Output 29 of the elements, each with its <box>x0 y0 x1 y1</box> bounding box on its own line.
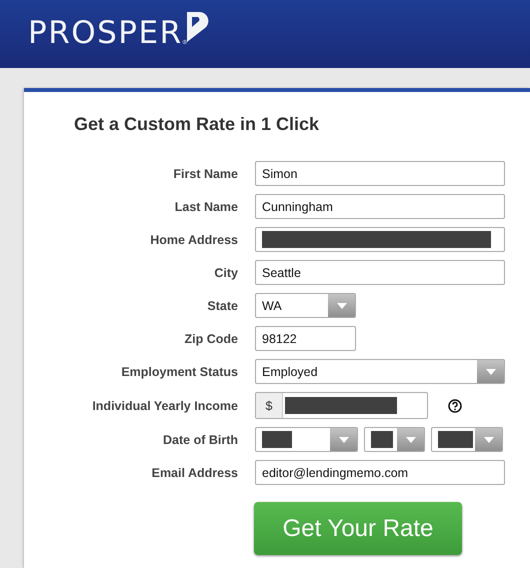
field-label: Employment Status <box>120 364 238 378</box>
field-label: Individual Yearly Income <box>91 398 238 412</box>
input-field[interactable] <box>255 227 505 252</box>
field-label: Date of Birth <box>162 432 238 446</box>
caret-icon <box>484 436 494 442</box>
input-field[interactable]: 98122 <box>255 326 356 351</box>
form-title: Get a Custom Rate in 1 Click <box>74 114 320 135</box>
dropdown[interactable]: Employed <box>255 359 505 384</box>
field-label: Email Address <box>150 466 238 480</box>
field-label: State <box>206 298 238 312</box>
field-label: Last Name <box>174 200 238 214</box>
help-icon[interactable] <box>448 398 462 412</box>
field-label: First Name <box>172 166 238 180</box>
input-field[interactable]: Seattle <box>255 260 505 285</box>
dropdown[interactable] <box>255 427 358 452</box>
input-field[interactable]: Simon <box>255 161 505 186</box>
caret-icon <box>406 436 416 442</box>
dropdown[interactable] <box>431 427 503 452</box>
dropdown[interactable] <box>364 427 425 452</box>
field-label: Zip Code <box>184 332 238 346</box>
dropdown[interactable]: WA <box>255 293 356 318</box>
field-label: Home Address <box>149 232 238 246</box>
caret-icon <box>486 368 496 374</box>
input-field[interactable]: editor@lendingmemo.com <box>255 460 505 485</box>
caret-icon <box>336 302 346 308</box>
field-label: City <box>213 266 238 280</box>
income-field[interactable]: $ <box>255 392 428 419</box>
input-field[interactable]: Cunningham <box>255 194 505 219</box>
caret-icon <box>338 436 348 442</box>
